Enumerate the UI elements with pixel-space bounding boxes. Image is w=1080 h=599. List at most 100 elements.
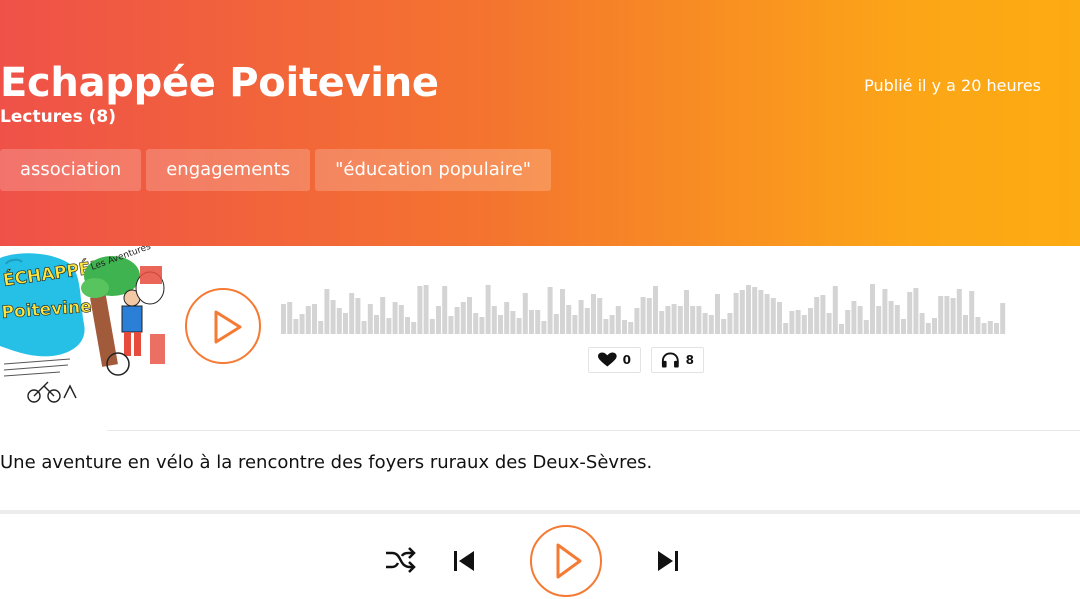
waveform-bar: [535, 310, 541, 334]
previous-button[interactable]: [452, 549, 478, 577]
waveform-bar: [392, 302, 398, 334]
waveform-bar: [336, 308, 342, 334]
tag-engagements[interactable]: engagements: [146, 149, 311, 191]
waveform-bar: [975, 317, 981, 334]
waveform-bar: [498, 315, 503, 334]
waveform-bar: [857, 306, 863, 334]
waveform-bar: [690, 306, 696, 334]
waveform-bar: [783, 323, 789, 334]
waveform-bar: [938, 296, 944, 334]
waveform-bar: [981, 323, 987, 334]
waveform-bar: [851, 301, 857, 334]
plays-counter: 8: [651, 347, 704, 373]
headphones-icon: [661, 352, 679, 368]
waveform-bar: [758, 290, 764, 334]
waveform-bar: [318, 321, 324, 334]
waveform-bar: [603, 319, 609, 334]
waveform-bar: [987, 321, 993, 334]
waveform-bar: [764, 294, 770, 334]
waveform-bar: [591, 294, 596, 334]
waveform-bar: [721, 319, 727, 334]
waveform-bar: [553, 314, 559, 334]
waveform-bar: [956, 289, 962, 334]
waveform-bar: [281, 304, 286, 334]
waveform-bar: [529, 310, 534, 334]
waveform-bar: [671, 304, 677, 334]
waveform-bar: [628, 322, 634, 334]
waveform[interactable]: [281, 282, 1011, 334]
waveform-bar: [479, 317, 485, 334]
waveform-bar: [770, 298, 776, 334]
episode-description: Une aventure en vélo à la rencontre des …: [0, 452, 653, 473]
waveform-bar: [578, 300, 584, 334]
waveform-bar: [907, 292, 913, 334]
waveform-bar: [572, 315, 578, 334]
tag-association[interactable]: association: [0, 149, 142, 191]
waveform-bar: [547, 287, 553, 334]
player-play-button[interactable]: [530, 525, 602, 597]
waveform-bar: [808, 308, 813, 334]
cover-image[interactable]: ÉCHAPPÉE Poitevine Les Aventures: [0, 246, 165, 410]
waveform-bar: [1000, 303, 1006, 334]
tag-list: association engagements "éducation popul…: [0, 149, 552, 191]
tag-education-populaire[interactable]: "éducation populaire": [315, 149, 552, 191]
waveform-bar: [653, 286, 658, 334]
waveform-bar: [380, 297, 386, 334]
page-title: Echappée Poitevine: [0, 60, 439, 106]
waveform-bar: [374, 315, 379, 334]
waveform-bar: [919, 313, 925, 334]
waveform-bar: [504, 302, 510, 334]
waveform-bar: [634, 308, 640, 334]
audio-player-bar: [0, 514, 1080, 599]
shuffle-icon: [386, 547, 416, 573]
waveform-bar: [733, 293, 739, 334]
waveform-bar: [739, 290, 745, 334]
waveform-bar: [448, 316, 454, 334]
likes-count: 0: [622, 353, 631, 367]
waveform-bar: [411, 322, 417, 334]
waveform-bar: [622, 320, 627, 334]
waveform-bar: [801, 315, 807, 334]
waveform-bar: [491, 306, 497, 334]
waveform-bar: [839, 324, 844, 334]
waveform-bar: [677, 306, 683, 334]
waveform-bar: [566, 305, 572, 334]
waveform-bar: [349, 293, 355, 334]
previous-icon: [454, 551, 474, 571]
waveform-bar: [696, 306, 702, 334]
waveform-bar: [467, 297, 472, 334]
waveform-bar: [708, 315, 714, 334]
waveform-bar: [888, 301, 894, 334]
shuffle-button[interactable]: [384, 545, 416, 579]
waveform-bar: [684, 290, 689, 334]
next-button[interactable]: [654, 549, 680, 577]
published-date: Publié il y a 20 heures: [864, 76, 1041, 95]
waveform-bar: [832, 286, 838, 334]
likes-button[interactable]: 0: [588, 347, 641, 373]
waveform-bar: [932, 318, 937, 334]
waveform-bar: [597, 298, 603, 334]
play-icon: [556, 543, 582, 579]
waveform-bar: [702, 313, 708, 334]
waveform-bar: [398, 305, 404, 334]
track-play-button[interactable]: [185, 288, 261, 364]
waveform-bar: [541, 321, 547, 334]
waveform-bar: [355, 298, 361, 334]
waveform-bar: [473, 313, 479, 334]
waveform-bar: [826, 313, 832, 334]
waveform-bar: [423, 285, 429, 334]
waveform-bar: [814, 297, 820, 334]
waveform-bar: [659, 311, 665, 334]
waveform-bar: [299, 314, 305, 334]
waveform-bar: [442, 286, 448, 334]
waveform-bar: [727, 313, 733, 334]
waveform-bar: [584, 308, 590, 334]
divider: [107, 430, 1080, 431]
waveform-bar: [665, 306, 671, 334]
waveform-bar: [994, 323, 999, 334]
plays-count: 8: [685, 353, 694, 367]
waveform-bar: [293, 319, 299, 334]
play-icon: [214, 310, 242, 344]
next-icon: [658, 551, 678, 571]
waveform-bar: [820, 295, 826, 334]
